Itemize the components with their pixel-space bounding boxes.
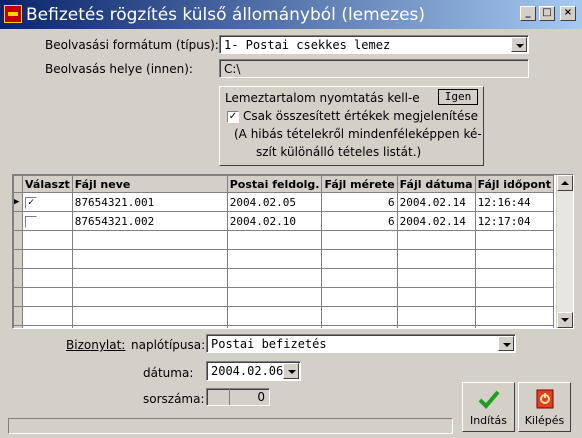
time-cell[interactable]: 12:16:44 <box>474 192 555 212</box>
empty-row <box>13 268 555 288</box>
number-field-divider <box>229 389 230 405</box>
start-button-label: Indítás <box>469 414 508 427</box>
empty-row <box>13 306 555 326</box>
summary-checkbox[interactable]: ✓ <box>227 111 239 123</box>
scroll-down-button[interactable] <box>557 312 573 328</box>
filename-cell[interactable]: 87654321.002 <box>71 211 228 231</box>
select-cell[interactable] <box>22 211 73 231</box>
grid-header-row: Választ Fájl neve Postai feldolg. Fájl m… <box>13 175 555 193</box>
date-value: 2004.02.06 <box>211 364 284 378</box>
file-grid[interactable]: Választ Fájl neve Postai feldolg. Fájl m… <box>12 174 574 329</box>
column-header-size[interactable]: Fájl mérete <box>321 175 398 193</box>
format-select-value: 1- Postai csekkes lemez <box>224 38 391 52</box>
date-dropdown-button[interactable] <box>283 363 299 379</box>
date-cell[interactable]: 2004.02.14 <box>396 192 476 212</box>
number-value: 0 <box>257 390 265 404</box>
filename-cell[interactable]: 87654321.001 <box>71 192 228 212</box>
postal-cell[interactable]: 2004.02.05 <box>226 192 323 212</box>
location-field[interactable]: C:\ <box>219 59 529 78</box>
select-cell[interactable]: ✓ <box>22 192 73 212</box>
location-label: Beolvasás helye (innen): <box>45 62 193 76</box>
journal-type-label: naplótípusa: <box>131 338 206 352</box>
grid-scrollbar[interactable] <box>556 175 573 328</box>
exit-icon <box>536 389 553 409</box>
column-header-postal[interactable]: Postai feldolg. <box>226 175 323 193</box>
row-selector[interactable] <box>13 211 23 231</box>
column-header-select[interactable]: Választ <box>22 175 73 193</box>
print-options-group: Lemeztartalom nyomtatás kell-e Igen ✓ Cs… <box>219 86 484 166</box>
scroll-up-button[interactable] <box>557 175 573 191</box>
journal-type-value: Postai befizetés <box>211 337 327 351</box>
format-select[interactable]: 1- Postai csekkes lemez <box>219 35 529 54</box>
start-button[interactable]: Indítás <box>462 382 515 432</box>
close-button[interactable]: × <box>560 6 576 21</box>
column-header-time[interactable]: Fájl időpont <box>474 175 555 193</box>
exit-button[interactable]: Kilépés <box>518 382 571 432</box>
summary-label: Csak összesített értékek megjelenítése <box>243 109 479 123</box>
print-label: Lemeztartalom nyomtatás kell-e <box>225 91 420 105</box>
number-field[interactable]: 0 <box>206 388 270 406</box>
main-window: Befizetés rögzítés külső állományból (le… <box>0 0 582 438</box>
empty-row <box>13 325 555 328</box>
table-row[interactable]: 87654321.002 2004.02.10 6 2004.02.14 12:… <box>13 211 555 231</box>
empty-row <box>13 249 555 269</box>
time-cell[interactable]: 12:17:04 <box>474 211 555 231</box>
date-picker[interactable]: 2004.02.06 <box>206 361 301 381</box>
down-arrow-icon <box>561 318 569 322</box>
status-bar <box>8 418 453 434</box>
file-table: Választ Fájl neve Postai feldolg. Fájl m… <box>13 175 555 328</box>
note-line-2: szít különálló tételes listát.) <box>256 145 422 159</box>
window-title: Befizetés rögzítés külső állományból (le… <box>26 5 426 25</box>
row-selector[interactable]: ▶ <box>13 192 23 212</box>
app-icon <box>4 5 22 23</box>
row-selector-header <box>13 175 23 193</box>
title-bar[interactable]: Befizetés rögzítés külső állományból (le… <box>0 0 582 29</box>
minimize-button[interactable]: _ <box>520 6 536 21</box>
journal-type-select[interactable]: Postai befizetés <box>206 334 516 353</box>
document-label: Bizonylat: <box>66 338 126 352</box>
size-cell[interactable]: 6 <box>321 211 398 231</box>
journal-type-dropdown-button[interactable] <box>498 336 514 351</box>
print-value-field[interactable]: Igen <box>438 89 478 105</box>
column-header-date[interactable]: Fájl dátuma <box>396 175 476 193</box>
checkmark-icon <box>478 390 500 409</box>
row-checkbox[interactable]: ✓ <box>25 196 37 209</box>
maximize-button[interactable]: □ <box>539 6 555 21</box>
up-arrow-icon <box>561 181 569 185</box>
size-cell[interactable]: 6 <box>321 192 398 212</box>
postal-cell[interactable]: 2004.02.10 <box>226 211 323 231</box>
date-label: dátuma: <box>143 366 194 380</box>
exit-button-label: Kilépés <box>524 414 565 427</box>
empty-row <box>13 230 555 250</box>
format-dropdown-button[interactable] <box>511 37 527 52</box>
note-line-1: (A hibás tételekről mindenféleképpen ké- <box>234 127 482 141</box>
table-row[interactable]: ▶ ✓ 87654321.001 2004.02.05 6 2004.02.14… <box>13 192 555 212</box>
empty-row <box>13 287 555 307</box>
number-label: sorszáma: <box>143 392 205 406</box>
format-label: Beolvasási formátum (típus): <box>45 38 219 52</box>
column-header-filename[interactable]: Fájl neve <box>71 175 228 193</box>
row-checkbox[interactable] <box>25 215 37 228</box>
date-cell[interactable]: 2004.02.14 <box>396 211 476 231</box>
